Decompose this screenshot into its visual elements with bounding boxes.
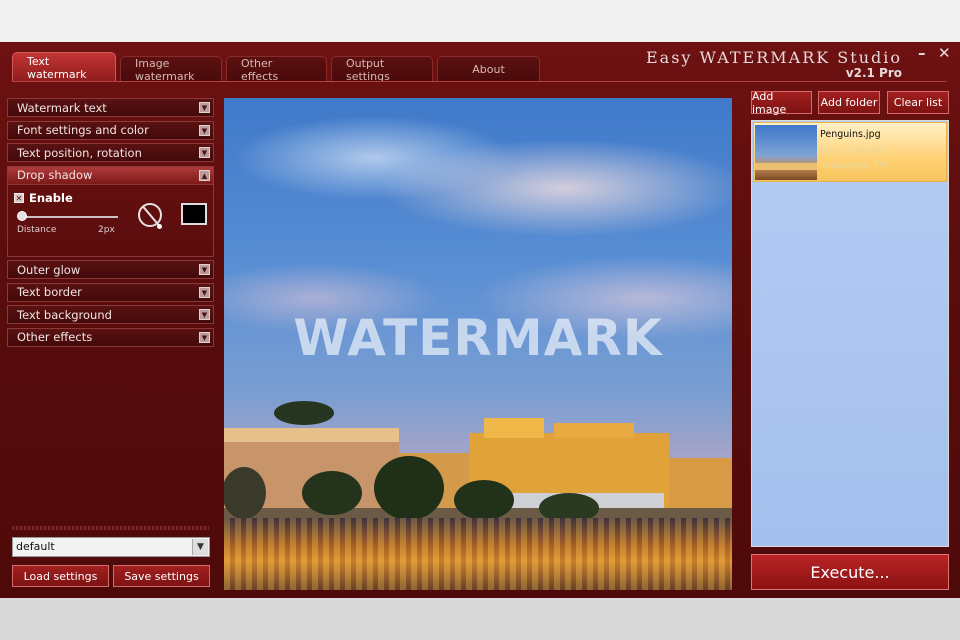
app-title: Easy WATERMARK Studio [646, 48, 902, 67]
section-label: Font settings and color [17, 123, 149, 137]
section-outer-glow[interactable]: Outer glow ▼ [7, 260, 214, 279]
expand-icon: ▼ [199, 102, 210, 113]
save-settings-button[interactable]: Save settings [113, 565, 210, 587]
dial-handle-icon [157, 223, 162, 229]
distance-value: 2px [98, 224, 115, 235]
file-thumbnail [755, 125, 817, 180]
preview-cityscape [224, 401, 732, 523]
section-drop-shadow[interactable]: Drop shadow ▲ [7, 165, 214, 185]
expand-icon: ▼ [199, 264, 210, 275]
expand-icon: ▼ [199, 309, 210, 320]
distance-slider-track[interactable] [18, 215, 118, 218]
tab-about[interactable]: About [437, 56, 540, 82]
settings-panel: Watermark text ▼ Font settings and color ▼… [7, 98, 214, 350]
expand-icon: ▼ [199, 124, 210, 136]
section-label: Text border [17, 285, 82, 299]
preset-value: default [16, 540, 55, 553]
add-image-button[interactable]: Add image [751, 90, 812, 116]
section-text-border[interactable]: Text border ▼ [7, 282, 214, 302]
expand-icon: ▼ [199, 331, 210, 343]
enable-checkbox[interactable]: ✕ [14, 192, 24, 203]
preset-select[interactable]: default ▼ [12, 537, 210, 557]
minimize-button[interactable]: – [918, 44, 926, 62]
execute-button[interactable]: Execute... [751, 554, 949, 590]
section-label: Other effects [17, 330, 93, 344]
tab-bar: Text watermark Image watermark Other eff… [12, 52, 540, 83]
collapse-icon: ▲ [199, 169, 210, 181]
preview-water [224, 518, 732, 590]
tab-output-settings[interactable]: Output settings [331, 56, 433, 83]
tab-other-effects[interactable]: Other effects [226, 56, 327, 83]
expand-icon: ▼ [199, 147, 210, 158]
file-size: Size: 1024x768 [820, 146, 886, 156]
page-footer-band [0, 598, 960, 640]
file-name: Penguins.jpg [820, 129, 881, 140]
app-window: Text watermark Image watermark Other eff… [0, 42, 960, 598]
section-label: Watermark text [17, 100, 107, 115]
section-font-settings[interactable]: Font settings and color ▼ [7, 120, 214, 140]
section-watermark-text[interactable]: Watermark text ▼ [7, 98, 214, 117]
tab-divider [12, 81, 946, 82]
watermark-overlay[interactable]: WATERMARK [224, 309, 732, 367]
drop-shadow-body: ✕ Enable Distance 2px [7, 184, 214, 257]
image-preview: WATERMARK [224, 98, 732, 590]
tab-image-watermark[interactable]: Image watermark [120, 56, 222, 83]
expand-icon: ▼ [199, 286, 210, 298]
tab-text-watermark[interactable]: Text watermark [12, 52, 116, 82]
file-list[interactable]: Penguins.jpg Size: 1024x768 Image type: … [751, 120, 949, 547]
enable-label: Enable [29, 190, 73, 205]
section-label: Outer glow [17, 262, 81, 277]
panel-resize-grip[interactable] [12, 526, 209, 530]
add-folder-button[interactable]: Add folder [818, 91, 880, 114]
distance-label: Distance [17, 224, 57, 235]
section-other-effects[interactable]: Other effects ▼ [7, 327, 214, 347]
section-label: Text background [17, 307, 112, 322]
distance-slider-handle[interactable] [17, 210, 27, 221]
section-text-position[interactable]: Text position, rotation ▼ [7, 143, 214, 162]
chevron-down-icon[interactable]: ▼ [192, 539, 208, 555]
load-settings-button[interactable]: Load settings [12, 565, 109, 587]
clear-list-button[interactable]: Clear list [887, 91, 949, 114]
close-button[interactable]: ✕ [938, 44, 951, 62]
brand: Easy WATERMARK Studio v2.1 Pro [646, 48, 902, 80]
file-type: Image type: JPG [820, 161, 889, 171]
list-item[interactable]: Penguins.jpg Size: 1024x768 Image type: … [753, 122, 947, 182]
section-text-background[interactable]: Text background ▼ [7, 305, 214, 324]
shadow-angle-dial[interactable] [138, 202, 162, 227]
shadow-color-swatch[interactable] [181, 202, 207, 225]
app-version: v2.1 Pro [845, 66, 902, 80]
section-label: Drop shadow [17, 168, 93, 182]
section-label: Text position, rotation [17, 145, 142, 160]
